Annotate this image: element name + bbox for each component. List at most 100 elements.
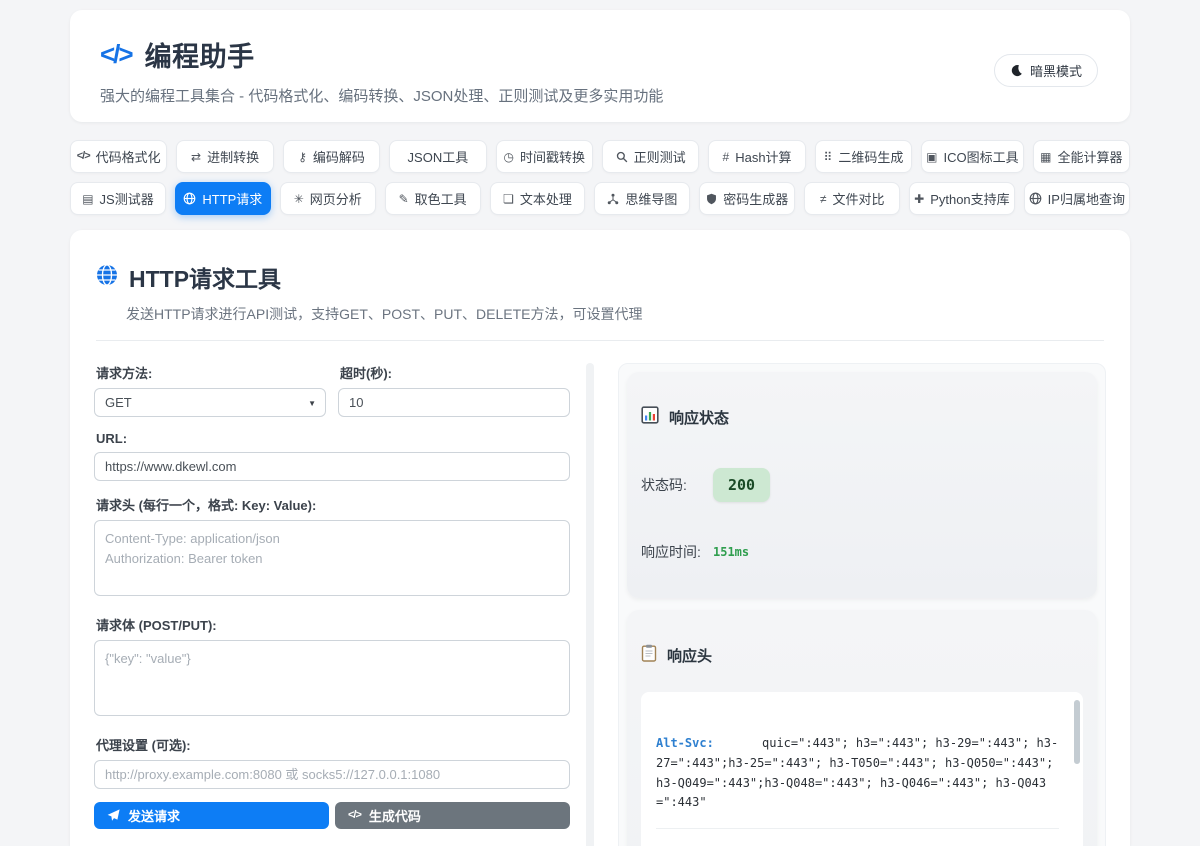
tool-tab-file-diff[interactable]: ≠ 文件对比 — [804, 182, 900, 215]
tool-tab-web-analysis[interactable]: ✳ 网页分析 — [280, 182, 376, 215]
app-title: 编程助手 — [145, 35, 255, 74]
chevron-down-icon: ▼ — [308, 399, 316, 408]
request-form: 请求方法: GET ▼ 超时(秒): URL: — [94, 363, 570, 846]
tool-tab-python-libs[interactable]: ✚ Python支持库 — [909, 182, 1015, 215]
proxy-label: 代理设置 (可选): — [96, 735, 570, 754]
calculator-icon: ▦ — [1040, 151, 1051, 163]
page-title: HTTP请求工具 — [129, 260, 281, 294]
column-scrollbar[interactable] — [586, 363, 594, 846]
code-icon: </> — [348, 810, 361, 821]
generate-code-button[interactable]: </> 生成代码 — [335, 802, 570, 829]
tool-tab-http-request[interactable]: HTTP请求 — [175, 182, 271, 215]
moon-icon — [1010, 64, 1023, 77]
tab-label: ICO图标工具 — [943, 147, 1018, 166]
response-headers-panel: 响应头 Alt-Svc:quic=":443"; h3=":443"; h3-2… — [627, 610, 1097, 846]
tab-label: IP归属地查询 — [1048, 189, 1125, 208]
app-header: </> 编程助手 强大的编程工具集合 - 代码格式化、编码转换、JSON处理、正… — [70, 10, 1130, 122]
tab-label: 二维码生成 — [838, 147, 903, 166]
send-request-button[interactable]: 发送请求 — [94, 802, 329, 829]
tool-tab-js-tester[interactable]: ▤ JS测试器 — [70, 182, 166, 215]
send-request-label: 发送请求 — [128, 806, 180, 825]
tab-label: 密码生成器 — [723, 189, 788, 208]
divider — [656, 828, 1059, 829]
tool-tab-regex-test[interactable]: 正则测试 — [602, 140, 699, 173]
method-select[interactable]: GET ▼ — [94, 388, 326, 417]
tool-tab-calculator[interactable]: ▦ 全能计算器 — [1033, 140, 1130, 173]
image-icon: ▣ — [926, 151, 937, 163]
status-code-row: 状态码: 200 — [641, 468, 1083, 502]
http-tool-panel: HTTP请求工具 发送HTTP请求进行API测试，支持GET、POST、PUT、… — [70, 230, 1130, 846]
tool-tab-text-process[interactable]: ❏ 文本处理 — [490, 182, 586, 215]
tab-label: JSON工具 — [408, 147, 469, 166]
tab-label: Hash计算 — [735, 147, 791, 166]
clock-icon: ◷ — [504, 151, 514, 163]
mind-map-icon — [607, 193, 619, 205]
tool-tabs-row-2: ▤ JS测试器 HTTP请求 ✳ 网页分析 ✎ 取色工具 ❏ 文本处理 — [70, 182, 1130, 215]
request-body-textarea[interactable] — [94, 640, 570, 716]
status-code-label: 状态码: — [641, 475, 713, 495]
burst-icon: ✳ — [294, 193, 304, 205]
response-time-value: 151ms — [713, 545, 749, 559]
generate-code-label: 生成代码 — [369, 806, 421, 825]
request-headers-label: 请求头 (每行一个，格式: Key: Value): — [96, 495, 570, 514]
tool-tabs-row-1: </> 代码格式化 ⇄ 进制转换 ⚷ 编码解码 JSON工具 ◷ 时间戳转换 — [70, 140, 1130, 173]
code-logo-icon: </> — [100, 39, 132, 70]
response-status-title: 响应状态 — [669, 407, 729, 428]
key-icon: ⚷ — [298, 151, 307, 163]
tab-label: 文件对比 — [832, 189, 884, 208]
tool-tab-timestamp[interactable]: ◷ 时间戳转换 — [496, 140, 593, 173]
magnifier-icon — [616, 151, 628, 163]
url-label: URL: — [96, 431, 570, 446]
scrollbar-thumb[interactable] — [1074, 700, 1080, 764]
request-body-label: 请求体 (POST/PUT): — [96, 615, 570, 634]
tool-tab-base-convert[interactable]: ⇄ 进制转换 — [176, 140, 273, 173]
tool-tab-color-picker[interactable]: ✎ 取色工具 — [385, 182, 481, 215]
tab-label: 全能计算器 — [1057, 147, 1122, 166]
tab-label: 文本处理 — [520, 189, 572, 208]
qr-code-icon: ⠿ — [824, 151, 833, 163]
request-headers-textarea[interactable] — [94, 520, 570, 596]
timeout-input[interactable] — [338, 388, 570, 417]
status-badge: 200 — [713, 468, 770, 502]
tab-label: Python支持库 — [930, 189, 1009, 208]
plus-cross-icon: ✚ — [914, 193, 924, 205]
shield-icon — [706, 193, 717, 205]
tool-tabs: </> 代码格式化 ⇄ 进制转换 ⚷ 编码解码 JSON工具 ◷ 时间戳转换 — [70, 140, 1130, 215]
document-icon: ❏ — [503, 193, 514, 205]
tab-label: 正则测试 — [634, 147, 686, 166]
tool-tab-ip-lookup[interactable]: IP归属地查询 — [1024, 182, 1130, 215]
proxy-input[interactable] — [94, 760, 570, 789]
tab-label: 思维导图 — [625, 189, 677, 208]
tab-label: 时间戳转换 — [520, 147, 585, 166]
tool-tab-json-tools[interactable]: JSON工具 — [389, 140, 486, 173]
script-file-icon: ▤ — [82, 193, 93, 205]
response-headers-output[interactable]: Alt-Svc:quic=":443"; h3=":443"; h3-29=":… — [641, 692, 1083, 846]
bar-chart-icon — [641, 406, 659, 428]
tool-tab-password-generator[interactable]: 密码生成器 — [699, 182, 795, 215]
response-headers-title: 响应头 — [667, 645, 712, 666]
tool-tab-ico-tool[interactable]: ▣ ICO图标工具 — [921, 140, 1023, 173]
tool-tab-encode-decode[interactable]: ⚷ 编码解码 — [283, 140, 380, 173]
tool-tab-code-format[interactable]: </> 代码格式化 — [70, 140, 167, 173]
method-label: 请求方法: — [96, 363, 326, 382]
code-icon: </> — [77, 151, 90, 162]
response-time-label: 响应时间: — [641, 542, 713, 562]
tab-label: 取色工具 — [415, 189, 467, 208]
dark-mode-label: 暗黑模式 — [1030, 61, 1082, 80]
tab-label: 代码格式化 — [96, 147, 161, 166]
tool-tab-qr-generate[interactable]: ⠿ 二维码生成 — [815, 140, 912, 173]
tab-label: JS测试器 — [100, 189, 154, 208]
response-area: 响应状态 状态码: 200 响应时间: 151ms — [618, 363, 1106, 846]
tool-description: 发送HTTP请求进行API测试，支持GET、POST、PUT、DELETE方法，… — [126, 304, 1106, 324]
not-equal-icon: ≠ — [820, 193, 827, 205]
url-input[interactable] — [94, 452, 570, 481]
method-value: GET — [105, 395, 132, 410]
response-time-row: 响应时间: 151ms — [641, 542, 1083, 562]
tool-tab-mind-map[interactable]: 思维导图 — [594, 182, 690, 215]
tab-label: 网页分析 — [310, 189, 362, 208]
clipboard-icon — [641, 644, 657, 666]
dark-mode-toggle[interactable]: 暗黑模式 — [994, 54, 1098, 87]
pencil-icon: ✎ — [399, 193, 409, 205]
logo-row: </> 编程助手 — [70, 10, 1130, 74]
tool-tab-hash[interactable]: # Hash计算 — [708, 140, 805, 173]
